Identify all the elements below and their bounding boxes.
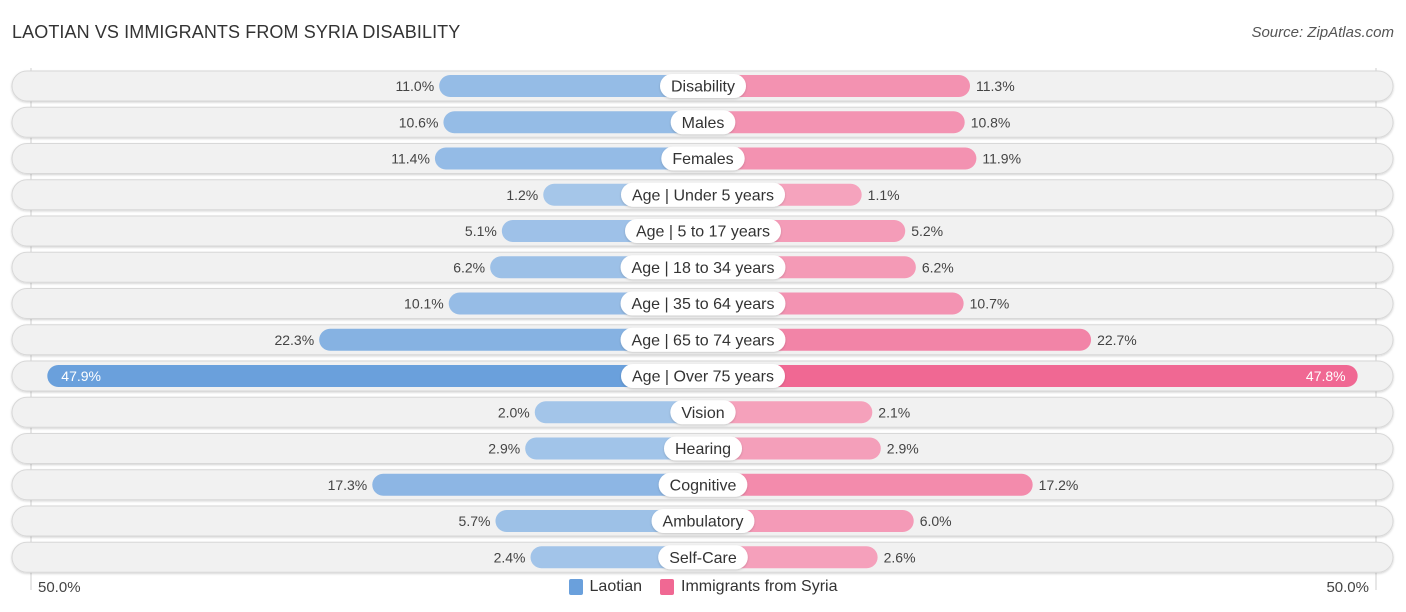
legend: Laotian Immigrants from Syria — [0, 578, 1406, 596]
bar-syria — [703, 111, 965, 134]
diverging-bar-chart: 11.0% 11.3% Disability 10.6% 10.8% Males 11.4%… — [11, 68, 1394, 590]
value-label-laotian: 22.3% — [274, 332, 314, 348]
legend-label-laotian: Laotian — [589, 578, 643, 595]
value-label-laotian: 2.9% — [488, 441, 520, 457]
value-label-syria: 6.2% — [922, 259, 954, 275]
value-label-syria: 10.7% — [970, 296, 1010, 312]
value-label-syria: 1.1% — [868, 187, 900, 203]
value-label-laotian: 11.0% — [396, 78, 435, 94]
category-label: Age | 18 to 34 years — [632, 260, 775, 277]
bar-laotian — [443, 111, 703, 134]
bar-syria — [703, 365, 1358, 387]
value-label-syria: 2.1% — [878, 404, 910, 420]
category-label: Vision — [681, 405, 724, 422]
legend-item-syria[interactable]: Immigrants from Syria — [660, 578, 837, 596]
legend-swatch-laotian — [568, 579, 583, 595]
category-label: Age | Under 5 years — [632, 187, 774, 204]
category-label: Age | 65 to 74 years — [632, 332, 775, 349]
value-label-syria: 5.2% — [911, 223, 943, 239]
value-label-laotian: 47.9% — [61, 368, 101, 384]
value-label-laotian: 17.3% — [328, 477, 368, 493]
value-label-laotian: 2.4% — [494, 549, 526, 565]
legend-swatch-syria — [660, 579, 675, 595]
legend-item-laotian[interactable]: Laotian — [568, 578, 643, 596]
category-label: Males — [682, 115, 725, 132]
value-label-syria: 47.8% — [1306, 368, 1346, 384]
bar-laotian — [372, 473, 703, 496]
category-label: Females — [672, 151, 733, 168]
value-label-syria: 11.9% — [982, 151, 1021, 167]
legend-label-syria: Immigrants from Syria — [681, 578, 838, 595]
value-label-laotian: 5.7% — [459, 513, 491, 529]
value-label-syria: 11.3% — [976, 78, 1015, 94]
category-label: Self-Care — [669, 550, 737, 567]
bar-laotian — [47, 365, 703, 387]
category-label: Age | 5 to 17 years — [636, 224, 770, 241]
value-label-syria: 2.6% — [884, 549, 916, 565]
category-label: Ambulatory — [663, 514, 744, 531]
category-label: Age | 35 to 64 years — [632, 296, 775, 313]
value-label-laotian: 11.4% — [391, 151, 430, 167]
value-label-syria: 17.2% — [1039, 477, 1079, 493]
value-label-laotian: 10.1% — [404, 296, 444, 312]
category-label: Cognitive — [670, 477, 737, 494]
category-label: Hearing — [675, 441, 731, 458]
category-label: Disability — [671, 79, 735, 96]
value-label-laotian: 10.6% — [399, 114, 439, 130]
value-label-syria: 6.0% — [920, 513, 952, 529]
value-label-syria: 2.9% — [887, 441, 919, 457]
value-label-laotian: 1.2% — [506, 187, 538, 203]
category-label: Age | Over 75 years — [632, 369, 774, 386]
value-label-syria: 22.7% — [1097, 332, 1137, 348]
value-label-laotian: 2.0% — [498, 404, 530, 420]
value-label-syria: 10.8% — [971, 114, 1011, 130]
value-label-laotian: 6.2% — [453, 259, 485, 275]
bar-syria — [703, 473, 1033, 496]
value-label-laotian: 5.1% — [465, 223, 497, 239]
